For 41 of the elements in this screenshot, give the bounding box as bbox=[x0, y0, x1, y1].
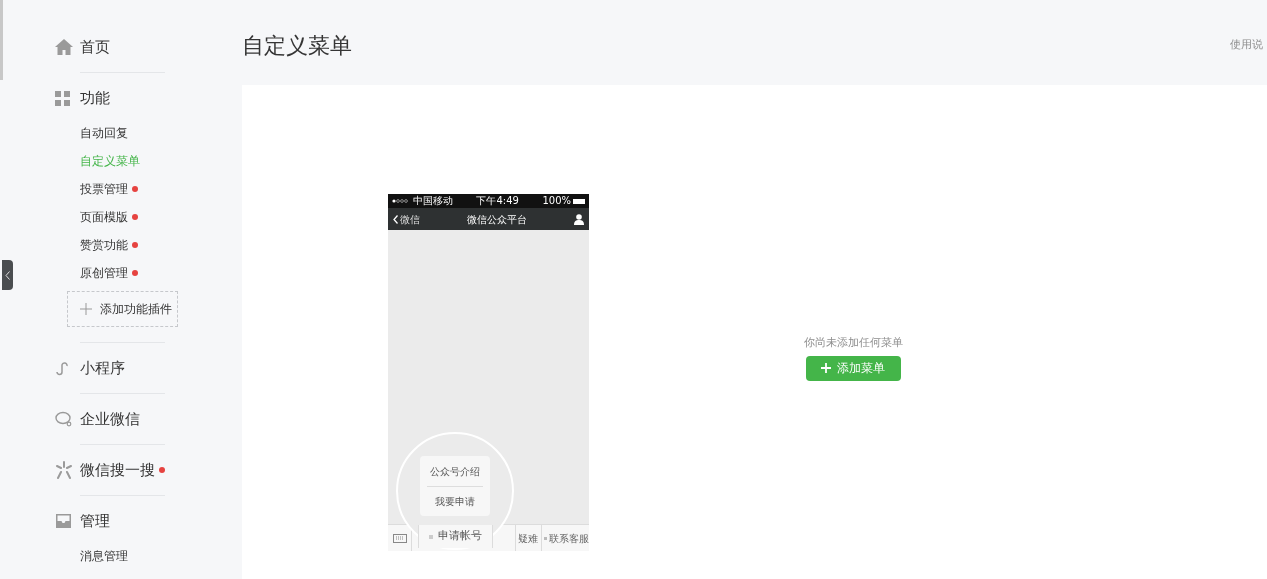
menu-bullet-icon bbox=[544, 536, 547, 540]
keyboard-icon[interactable] bbox=[392, 533, 407, 543]
menu-bullet-icon bbox=[428, 534, 433, 539]
nav-item[interactable]: 页面模版 bbox=[80, 208, 128, 226]
nav-section[interactable]: 功能 bbox=[80, 86, 110, 110]
nav-section[interactable]: 企业微信 bbox=[80, 407, 140, 431]
chevron-left-icon bbox=[5, 270, 10, 280]
page-title: 自定义菜单 bbox=[242, 32, 352, 60]
nav-item[interactable]: 赞赏功能 bbox=[80, 236, 128, 254]
collapse-sidebar-button[interactable] bbox=[2, 260, 13, 290]
back-icon[interactable] bbox=[393, 214, 398, 224]
chat-bubble-icon bbox=[55, 411, 73, 427]
battery-label: 100% bbox=[542, 196, 571, 206]
grid-icon bbox=[55, 90, 70, 106]
user-icon[interactable] bbox=[574, 213, 584, 225]
submenu-item[interactable]: 公众号介绍 bbox=[427, 456, 483, 486]
nav-section[interactable]: 小程序 bbox=[80, 356, 125, 380]
sparkle-icon bbox=[55, 461, 73, 479]
inbox-icon bbox=[55, 514, 72, 528]
link-icon bbox=[55, 360, 71, 376]
nav-section[interactable]: 微信搜一搜 bbox=[80, 458, 155, 482]
nav-item[interactable]: 原创管理 bbox=[80, 264, 128, 282]
nav-item[interactable]: 自动回复 bbox=[80, 124, 128, 142]
battery-icon bbox=[573, 198, 585, 204]
nav-section[interactable]: 管理 bbox=[80, 509, 110, 533]
signal-icon bbox=[392, 199, 410, 203]
nav-section[interactable]: 首页 bbox=[80, 35, 110, 59]
clock-label: 下午4:49 bbox=[476, 196, 519, 206]
nav-item[interactable]: 消息管理 bbox=[80, 547, 128, 565]
empty-message: 你尚未添加任何菜单 bbox=[803, 335, 903, 351]
plus-icon bbox=[821, 363, 831, 373]
submenu-item[interactable]: 我要申请 bbox=[427, 486, 483, 516]
add-plugin-button[interactable]: 添加功能插件 bbox=[67, 291, 178, 327]
plus-icon bbox=[80, 303, 92, 315]
phone-menu-item[interactable]: 疑难 bbox=[518, 530, 538, 546]
phone-title: 微信公众平台 bbox=[467, 212, 527, 227]
back-label[interactable]: 微信 bbox=[400, 211, 420, 227]
home-icon bbox=[55, 39, 73, 55]
carrier-label: 中国移动 bbox=[413, 196, 453, 206]
nav-item[interactable]: 投票管理 bbox=[80, 180, 128, 198]
phone-menu-item[interactable]: 联系客服 bbox=[549, 530, 589, 546]
